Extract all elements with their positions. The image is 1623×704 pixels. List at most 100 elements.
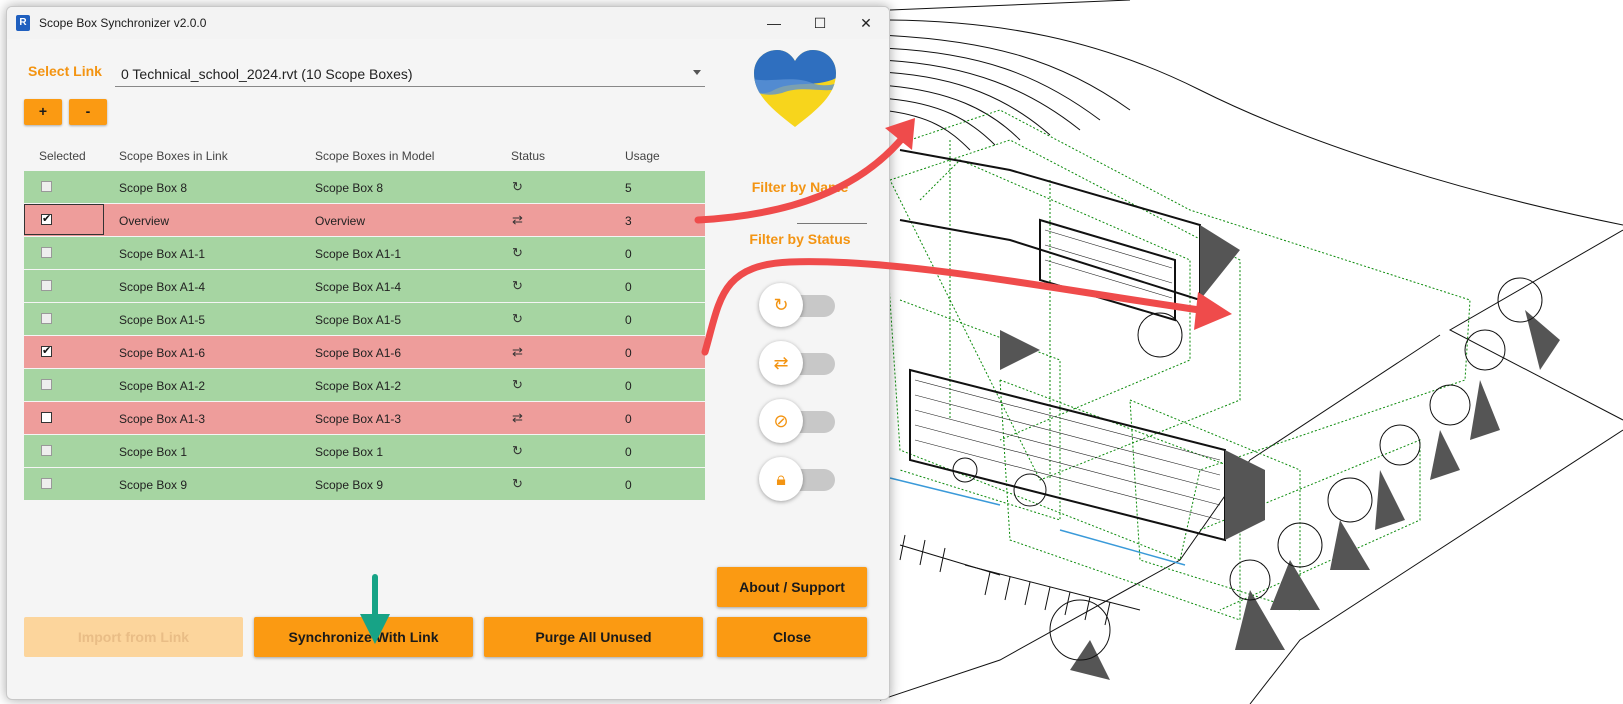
row-checkbox[interactable]: [41, 478, 52, 489]
selected-cell[interactable]: [24, 270, 104, 301]
link-scope-box-name: Scope Box A1-3: [119, 412, 206, 426]
row-checkbox[interactable]: [41, 247, 52, 258]
import-from-link-button[interactable]: Import from Link: [24, 617, 243, 657]
selected-cell[interactable]: [24, 336, 104, 367]
model-scope-box-name: Scope Box A1-3: [315, 412, 402, 426]
select-link-label: Select Link: [28, 63, 102, 79]
table-row[interactable]: Scope Box 9 Scope Box 9 ↻ 0: [24, 468, 705, 501]
header-model: Scope Boxes in Model: [315, 149, 435, 163]
grid-header: Selected Scope Boxes in Link Scope Boxes…: [24, 139, 704, 169]
model-scope-box-name: Scope Box A1-1: [315, 247, 402, 261]
sync-status-icon: ↻: [512, 476, 523, 491]
table-row[interactable]: Scope Box 8 Scope Box 8 ↻ 5: [24, 171, 705, 204]
model-scope-box-name: Scope Box A1-6: [315, 346, 402, 360]
usage-count: 0: [625, 412, 632, 426]
link-select-dropdown[interactable]: 0 Technical_school_2024.rvt (10 Scope Bo…: [115, 61, 705, 87]
header-usage: Usage: [625, 149, 660, 163]
link-scope-box-name: Overview: [119, 214, 170, 228]
toggle-filter-synced[interactable]: ↻: [759, 283, 839, 327]
link-scope-box-name: Scope Box 9: [119, 478, 188, 492]
selected-cell[interactable]: [24, 468, 104, 499]
filter-by-name-label: Filter by Name: [751, 179, 849, 195]
header-selected: Selected: [39, 149, 86, 163]
link-scope-box-name: Scope Box A1-2: [119, 379, 206, 393]
link-scope-box-name: Scope Box A1-1: [119, 247, 206, 261]
link-select-value: 0 Technical_school_2024.rvt (10 Scope Bo…: [121, 66, 413, 82]
link-scope-box-name: Scope Box A1-6: [119, 346, 206, 360]
sync-status-icon: ↻: [512, 311, 523, 326]
purge-all-unused-button[interactable]: Purge All Unused: [484, 617, 703, 657]
minimize-icon: —: [767, 15, 781, 31]
selected-cell[interactable]: [24, 369, 104, 400]
title-bar[interactable]: R Scope Box Synchronizer v2.0.0 — ☐ ✕: [7, 7, 889, 39]
filter-by-name-input[interactable]: [797, 223, 867, 224]
model-scope-box-name: Scope Box 1: [315, 445, 384, 459]
row-checkbox[interactable]: [41, 344, 52, 357]
selected-cell[interactable]: [24, 204, 104, 235]
selected-cell[interactable]: [24, 402, 104, 433]
row-checkbox[interactable]: [41, 412, 52, 423]
ukraine-heart-logo: [754, 50, 836, 127]
swap-status-icon: ⇄: [512, 212, 523, 227]
close-window-button[interactable]: ✕: [843, 7, 889, 39]
toggle-filter-locked[interactable]: 🔒︎: [759, 457, 839, 501]
row-checkbox[interactable]: [41, 280, 52, 291]
row-checkbox[interactable]: [41, 379, 52, 390]
sync-status-icon: ↻: [512, 278, 523, 293]
selected-cell[interactable]: [24, 171, 104, 202]
usage-count: 3: [625, 214, 632, 228]
usage-count: 0: [625, 247, 632, 261]
table-row[interactable]: Scope Box 1 Scope Box 1 ↻ 0: [24, 435, 705, 468]
table-row[interactable]: Scope Box A1-3 Scope Box A1-3 ⇄ 0: [24, 402, 705, 435]
table-row[interactable]: Scope Box A1-4 Scope Box A1-4 ↻ 0: [24, 270, 705, 303]
filter-by-status-label: Filter by Status: [749, 231, 851, 247]
usage-count: 0: [625, 313, 632, 327]
minimize-button[interactable]: —: [751, 7, 797, 39]
table-row[interactable]: Scope Box A1-1 Scope Box A1-1 ↻ 0: [24, 237, 705, 270]
link-scope-box-name: Scope Box A1-5: [119, 313, 206, 327]
toggle-filter-different[interactable]: ⇄: [759, 341, 839, 385]
sync-status-icon: ↻: [512, 377, 523, 392]
model-scope-box-name: Scope Box A1-4: [315, 280, 402, 294]
link-scope-box-name: Scope Box A1-4: [119, 280, 206, 294]
selected-cell[interactable]: [24, 303, 104, 334]
usage-count: 0: [625, 280, 632, 294]
selected-cell[interactable]: [24, 435, 104, 466]
unused-off-icon: ⊘: [759, 399, 803, 443]
synchronize-with-link-button[interactable]: Synchronize With Link: [254, 617, 473, 657]
chevron-down-icon: [693, 70, 701, 75]
selected-cell[interactable]: [24, 237, 104, 268]
about-support-button[interactable]: About / Support: [717, 567, 867, 607]
close-button[interactable]: Close: [717, 617, 867, 657]
toggle-filter-unused[interactable]: ⊘: [759, 399, 839, 443]
sync-status-icon: ↻: [512, 179, 523, 194]
maximize-button[interactable]: ☐: [797, 7, 843, 39]
row-checkbox[interactable]: [41, 445, 52, 456]
row-checkbox[interactable]: [41, 313, 52, 324]
close-icon: ✕: [860, 14, 872, 31]
link-scope-box-name: Scope Box 1: [119, 445, 188, 459]
row-checkbox[interactable]: [41, 212, 52, 225]
window-title: Scope Box Synchronizer v2.0.0: [39, 16, 207, 30]
usage-count: 5: [625, 181, 632, 195]
table-row[interactable]: Scope Box A1-5 Scope Box A1-5 ↻ 0: [24, 303, 705, 336]
model-scope-box-name: Overview: [315, 214, 366, 228]
scope-box-grid: Scope Box 8Scope Box 8↻5OverviewOverview…: [24, 171, 705, 501]
swap-status-icon: ⇄: [512, 410, 523, 425]
link-scope-box-name: Scope Box 8: [119, 181, 188, 195]
add-button[interactable]: +: [24, 99, 62, 125]
remove-button[interactable]: -: [69, 99, 107, 125]
table-row[interactable]: Overview Overview ⇄ 3: [24, 204, 705, 237]
model-scope-box-name: Scope Box 8: [315, 181, 384, 195]
repeat-off-icon: ⇄: [759, 341, 803, 385]
revit-app-icon: R: [16, 15, 30, 31]
table-row[interactable]: Scope Box A1-6 Scope Box A1-6 ⇄ 0: [24, 336, 705, 369]
usage-count: 0: [625, 346, 632, 360]
usage-count: 0: [625, 379, 632, 393]
table-row[interactable]: Scope Box A1-2 Scope Box A1-2 ↻ 0: [24, 369, 705, 402]
row-checkbox[interactable]: [41, 181, 52, 192]
usage-count: 0: [625, 478, 632, 492]
usage-count: 0: [625, 445, 632, 459]
header-status: Status: [511, 149, 546, 163]
sync-off-icon: ↻: [759, 283, 803, 327]
